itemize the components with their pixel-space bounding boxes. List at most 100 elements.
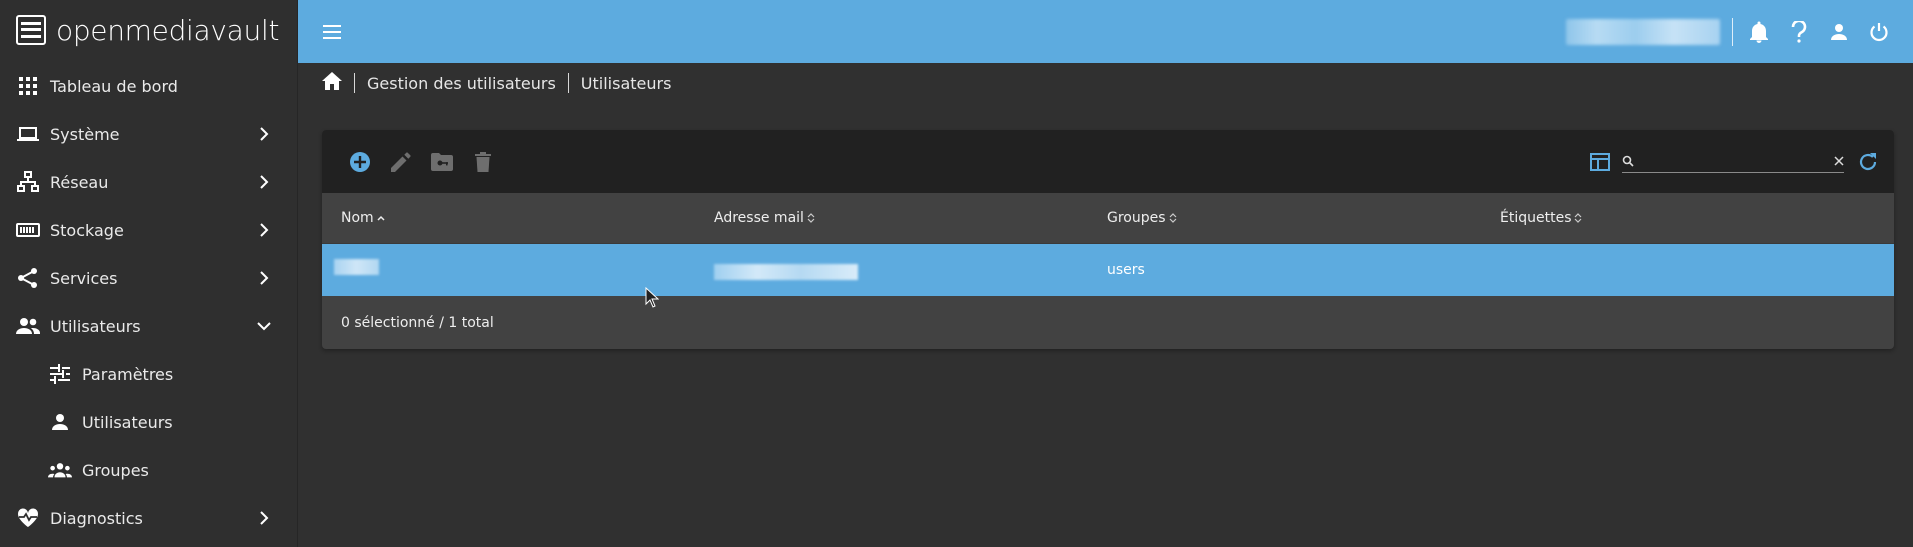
dashboard-grid-icon: [16, 74, 40, 98]
help-icon: [1791, 20, 1807, 43]
username-redacted: [1566, 18, 1720, 45]
groups-icon: [48, 458, 72, 482]
sort-unsorted-icon: [1169, 213, 1177, 223]
notifications-button[interactable]: [1739, 12, 1779, 52]
divider: [1732, 17, 1733, 46]
cell-nom: [322, 259, 714, 275]
sidebar-item-label: Utilisateurs: [50, 316, 141, 336]
breadcrumb: Gestion des utilisateurs Utilisateurs: [322, 70, 671, 96]
sidebar-item-sub-utilisateurs[interactable]: Utilisateurs: [0, 398, 297, 446]
user-account-button[interactable]: [1819, 12, 1859, 52]
sidebar-item-diagnostics[interactable]: Diagnostics: [0, 494, 297, 542]
search-input[interactable]: [1634, 151, 1834, 171]
table-columns-icon: [1590, 152, 1610, 171]
logout-button[interactable]: [1859, 12, 1899, 52]
chevron-right-icon: [255, 221, 273, 239]
laptop-icon: [16, 122, 40, 146]
share-icon: [16, 266, 40, 290]
sidebar-item-groupes[interactable]: Groupes: [0, 446, 297, 494]
sort-unsorted-icon: [1574, 213, 1582, 223]
column-header-groupes[interactable]: Groupes: [1107, 210, 1500, 226]
column-header-adresse-mail[interactable]: Adresse mail: [714, 210, 1107, 226]
bell-icon: [1750, 21, 1768, 43]
sidebar-item-label: Tableau de bord: [50, 76, 178, 96]
search-field[interactable]: [1622, 151, 1844, 173]
heart-pulse-icon: [16, 506, 40, 530]
sidebar-item-label: Réseau: [50, 172, 109, 192]
menu-toggle-button[interactable]: [320, 20, 344, 44]
sidebar-item-label: Diagnostics: [50, 508, 143, 528]
power-icon: [1870, 22, 1888, 41]
storage-icon: [16, 218, 40, 242]
mouse-cursor-icon: [645, 287, 659, 308]
cell-groupes: users: [1107, 262, 1145, 278]
top-bar: [298, 0, 1913, 63]
network-icon: [16, 170, 40, 194]
add-circle-icon: [350, 151, 370, 172]
trash-icon: [475, 151, 491, 172]
top-bar-actions: [1566, 0, 1899, 63]
sidebar-item-parametres[interactable]: Paramètres: [0, 350, 297, 398]
column-header-label: Adresse mail: [714, 210, 804, 226]
table-footer-selection-count: 0 sélectionné / 1 total: [341, 314, 494, 331]
sidebar-item-label: Services: [50, 268, 118, 288]
sidebar-item-reseau[interactable]: Réseau: [0, 158, 297, 206]
table-row[interactable]: users: [322, 244, 1894, 296]
cell-adresse-mail: [714, 260, 1107, 280]
users-datatable: Nom Adresse mail Groupes Étiquettes user…: [322, 130, 1894, 349]
refresh-icon: [1859, 152, 1877, 170]
hamburger-icon: [323, 24, 341, 39]
breadcrumb-separator: [354, 73, 355, 93]
help-button[interactable]: [1779, 12, 1819, 52]
column-header-label: Étiquettes: [1500, 210, 1572, 226]
folder-key-icon: [431, 152, 453, 171]
chevron-down-icon: [255, 317, 273, 335]
sidebar-item-services[interactable]: Services: [0, 254, 297, 302]
chevron-right-icon: [255, 173, 273, 191]
redacted-username: [334, 259, 379, 275]
column-header-etiquettes[interactable]: Étiquettes: [1500, 210, 1894, 226]
breadcrumb-item-gestion[interactable]: Gestion des utilisateurs: [367, 74, 556, 93]
pencil-icon: [391, 151, 411, 172]
sort-ascending-icon: [377, 215, 385, 221]
column-header-nom[interactable]: Nom: [322, 210, 714, 226]
home-icon[interactable]: [322, 72, 342, 94]
chevron-right-icon: [255, 125, 273, 143]
clear-search-icon[interactable]: [1834, 156, 1844, 166]
refresh-button[interactable]: [1854, 148, 1882, 176]
breadcrumb-item-utilisateurs: Utilisateurs: [580, 73, 672, 93]
sidebar-item-label: Utilisateurs: [82, 412, 173, 432]
sidebar-item-label: Paramètres: [82, 364, 174, 384]
table-toolbar: [322, 130, 1894, 193]
sliders-icon: [48, 362, 72, 386]
shared-folder-button[interactable]: [428, 148, 456, 176]
account-icon: [1831, 23, 1847, 40]
sidebar-item-stockage[interactable]: Stockage: [0, 206, 297, 254]
column-toggle-button[interactable]: [1586, 148, 1614, 176]
add-button[interactable]: [346, 148, 374, 176]
sidebar-item-systeme[interactable]: Système: [0, 110, 297, 158]
brand[interactable]: openmediavault: [0, 0, 297, 60]
people-icon: [16, 314, 40, 338]
sidebar: openmediavault Tableau de bord Système R…: [0, 0, 298, 547]
toolbar-right: [1586, 130, 1882, 193]
table-header: Nom Adresse mail Groupes Étiquettes: [322, 193, 1894, 244]
column-header-label: Groupes: [1107, 210, 1166, 226]
brand-name: openmediavault: [56, 13, 280, 47]
openmediavault-logo-icon: [16, 15, 46, 45]
redacted-email: [714, 264, 858, 280]
sort-unsorted-icon: [807, 213, 815, 223]
edit-button[interactable]: [387, 148, 415, 176]
column-header-label: Nom: [341, 210, 374, 226]
sidebar-item-label: Stockage: [50, 220, 124, 240]
sidebar-item-label: Groupes: [82, 460, 149, 480]
breadcrumb-separator: [567, 73, 569, 93]
chevron-right-icon: [255, 269, 273, 287]
person-icon: [48, 410, 72, 434]
delete-button[interactable]: [469, 148, 497, 176]
sidebar-item-label: Système: [50, 124, 120, 144]
chevron-right-icon: [255, 509, 273, 527]
sidebar-item-tableau-de-bord[interactable]: Tableau de bord: [0, 62, 297, 110]
sidebar-item-utilisateurs[interactable]: Utilisateurs: [0, 302, 297, 350]
search-icon: [1622, 155, 1634, 167]
